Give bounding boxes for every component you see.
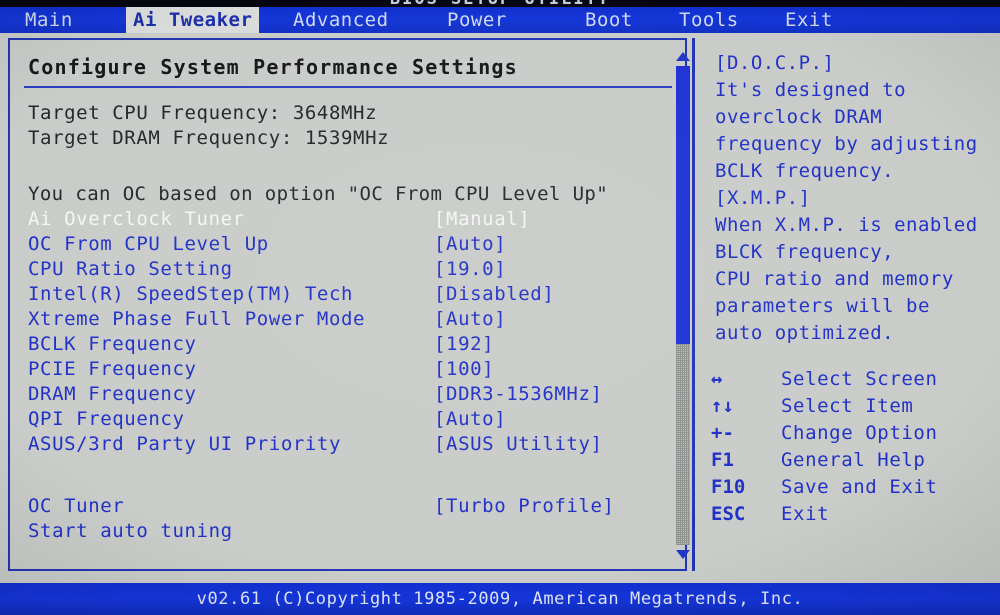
setting-value[interactable]: [ASUS Utility] (434, 433, 603, 455)
setting-row[interactable]: BCLK Frequency [192] (10, 333, 670, 358)
help-panel: [D.O.C.P.] It's designed to overclock DRAM… (692, 38, 998, 571)
key-legend-key: +- (711, 422, 734, 444)
help-text-line: frequency by adjusting (715, 133, 978, 155)
tab-boot[interactable]: Boot (578, 7, 640, 33)
setting-row[interactable]: DRAM Frequency [DDR3-1536MHz] (10, 383, 670, 408)
setting-label: Start auto tuning (28, 520, 233, 542)
setting-label: PCIE Frequency (28, 358, 197, 380)
setting-value[interactable]: [Turbo Profile] (434, 495, 615, 517)
setting-value[interactable]: [Auto] (434, 233, 506, 255)
menu-bar: Main Ai Tweaker Advanced Power Boot Tools Exit (0, 7, 1000, 33)
setting-row[interactable]: QPI Frequency [Auto] (10, 408, 670, 433)
setting-label: QPI Frequency (28, 408, 185, 430)
setting-row[interactable]: Intel(R) SpeedStep(TM) Tech [Disabled] (10, 283, 670, 308)
help-text-line: overclock DRAM (715, 106, 883, 128)
tab-exit[interactable]: Exit (778, 7, 840, 33)
help-text-line: CPU ratio and memory (715, 268, 954, 290)
setting-row[interactable]: Xtreme Phase Full Power Mode [Auto] (10, 308, 670, 333)
setting-label: Xtreme Phase Full Power Mode (28, 308, 366, 330)
tab-ai-tweaker[interactable]: Ai Tweaker (126, 7, 260, 33)
key-legend-key: ESC (711, 503, 746, 525)
setting-label: Ai Overclock Tuner (28, 208, 245, 230)
scrollbar-thumb[interactable] (676, 66, 690, 344)
tab-tools[interactable]: Tools (672, 7, 746, 33)
tab-advanced[interactable]: Advanced (286, 7, 396, 33)
key-legend-key: ↔ (711, 368, 723, 390)
setting-row[interactable]: ASUS/3rd Party UI Priority [ASUS Utility] (10, 433, 670, 458)
setting-label: ASUS/3rd Party UI Priority (28, 433, 342, 455)
utility-title-strip: BIOS SETUP UTILITY (0, 0, 1000, 7)
key-legend-description: Select Screen (781, 368, 938, 390)
key-legend-key: F1 (711, 449, 734, 471)
key-legend-description: Select Item (781, 395, 914, 417)
help-text-line: It's designed to (715, 79, 907, 101)
key-legend-description: General Help (781, 449, 926, 471)
setting-row[interactable]: OC Tuner [Turbo Profile] (10, 495, 670, 520)
setting-value[interactable]: [Auto] (434, 408, 506, 430)
help-text-line: [D.O.C.P.] (715, 52, 835, 74)
footer-bar: v02.61 (C)Copyright 1985-2009, American … (0, 583, 1000, 615)
help-text-line: BCLK frequency. (715, 160, 895, 182)
setting-value[interactable]: [19.0] (434, 258, 506, 280)
help-text-line: BLCK frequency, (715, 241, 895, 263)
page-title: Configure System Performance Settings (28, 55, 518, 79)
tab-power[interactable]: Power (440, 7, 514, 33)
bios-screen: BIOS SETUP UTILITY Main Ai Tweaker Advance… (0, 0, 1000, 615)
key-legend-description: Change Option (781, 422, 938, 444)
help-text-line: When X.M.P. is enabled (715, 214, 978, 236)
setting-value[interactable]: [DDR3-1536MHz] (434, 383, 603, 405)
key-legend-description: Save and Exit (781, 476, 938, 498)
help-text-line: auto optimized. (715, 322, 895, 344)
setting-row[interactable]: PCIE Frequency [100] (10, 358, 670, 383)
setting-label: OC From CPU Level Up (28, 233, 269, 255)
scrollbar-track[interactable] (676, 66, 690, 545)
key-legend-key: F10 (711, 476, 746, 498)
tab-main[interactable]: Main (18, 7, 80, 33)
help-text-line: parameters will be (715, 295, 930, 317)
setting-row[interactable]: OC From CPU Level Up [Auto] (10, 233, 670, 258)
settings-panel: Configure System Performance Settings Ta… (8, 38, 690, 571)
setting-value[interactable]: [192] (434, 333, 494, 355)
oc-hint-text: You can OC based on option "OC From CPU … (28, 183, 609, 205)
setting-label: OC Tuner (28, 495, 125, 517)
utility-title: BIOS SETUP UTILITY (0, 0, 1000, 7)
target-dram-frequency: Target DRAM Frequency: 1539MHz (28, 127, 390, 149)
setting-label: DRAM Frequency (28, 383, 197, 405)
setting-row[interactable]: Start auto tuning (10, 520, 670, 545)
setting-value[interactable]: [100] (434, 358, 494, 380)
setting-row[interactable]: CPU Ratio Setting [19.0] (10, 258, 670, 283)
setting-label: BCLK Frequency (28, 333, 197, 355)
setting-row[interactable]: Ai Overclock Tuner [Manual] (10, 208, 670, 233)
setting-label: CPU Ratio Setting (28, 258, 233, 280)
setting-value[interactable]: [Manual] (434, 208, 530, 230)
setting-label: Intel(R) SpeedStep(TM) Tech (28, 283, 354, 305)
vertical-scrollbar[interactable] (673, 50, 693, 561)
key-legend-key: ↑↓ (711, 395, 734, 417)
help-text-line: [X.M.P.] (715, 187, 811, 209)
scroll-down-arrow-icon[interactable] (676, 550, 690, 559)
heading-divider (24, 86, 672, 88)
setting-value[interactable]: [Disabled] (434, 283, 554, 305)
key-legend-description: Exit (781, 503, 830, 525)
target-cpu-frequency: Target CPU Frequency: 3648MHz (28, 102, 378, 124)
setting-value[interactable]: [Auto] (434, 308, 506, 330)
scroll-up-arrow-icon[interactable] (676, 52, 690, 61)
